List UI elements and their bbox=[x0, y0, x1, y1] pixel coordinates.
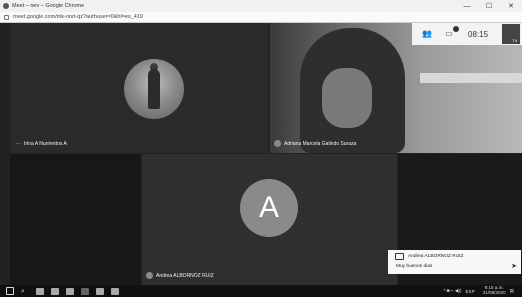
url-text[interactable]: meet.google.com/mk-onrt-qz?authuser=0&hl… bbox=[13, 14, 143, 20]
taskbar-app-icon[interactable] bbox=[66, 287, 74, 295]
chrome-taskbar-icon[interactable] bbox=[81, 287, 89, 295]
toast-message: Muy buenos dias bbox=[396, 264, 433, 269]
self-label: Tú bbox=[512, 38, 517, 43]
task-view-icon[interactable] bbox=[36, 287, 44, 295]
person-figure bbox=[148, 69, 160, 109]
lock-icon bbox=[4, 14, 9, 20]
window-title: Meet – nev – Google Chrome bbox=[12, 3, 85, 9]
more-options-icon[interactable]: ··· bbox=[16, 141, 21, 147]
participant-tile-irina[interactable]: ··· Irina A Nurrientos A bbox=[10, 23, 268, 153]
self-view-thumbnail[interactable]: Tú bbox=[502, 24, 520, 44]
participant-photo bbox=[124, 59, 184, 119]
windows-taskbar: ⌕ ^ ◙ ⌁ ◀)) ESP 9:15 a.m. 31/08/2020 ▤ bbox=[0, 285, 522, 297]
search-icon[interactable]: ⌕ bbox=[21, 288, 29, 295]
mic-status-icon bbox=[274, 140, 281, 147]
chat-bubble-icon bbox=[395, 253, 404, 260]
notification-center-icon[interactable]: ▤ bbox=[510, 288, 514, 294]
window-controls: — ☐ ✕ bbox=[456, 0, 522, 12]
chat-icon[interactable]: ▭ bbox=[442, 26, 459, 39]
toast-sender: Andrea ALBORNOZ RUIZ bbox=[408, 254, 464, 259]
taskbar-app-icon[interactable] bbox=[111, 287, 119, 295]
taskbar-clock[interactable]: 9:15 a.m. 31/08/2020 bbox=[479, 286, 506, 295]
background-shelf bbox=[420, 73, 522, 83]
tray-icons[interactable]: ^ ◙ ⌁ ◀)) bbox=[443, 288, 461, 294]
file-explorer-icon[interactable] bbox=[96, 287, 104, 295]
address-bar[interactable]: meet.google.com/mk-onrt-qz?authuser=0&hl… bbox=[0, 12, 522, 23]
language-indicator[interactable]: ESP bbox=[465, 289, 474, 294]
participant-name: Andrea ALBORNOZ RUIZ bbox=[146, 272, 214, 279]
meeting-clock: 08:15 bbox=[468, 29, 489, 39]
system-tray: ^ ◙ ⌁ ◀)) ESP 9:15 a.m. 31/08/2020 ▤ bbox=[439, 286, 514, 296]
chat-badge bbox=[453, 26, 459, 32]
taskbar-app-icon[interactable] bbox=[51, 287, 59, 295]
meet-top-toolbar: 👥 ▭ 08:15 Tú bbox=[412, 23, 522, 45]
browser-titlebar: Meet – nev – Google Chrome — ☐ ✕ bbox=[0, 0, 522, 12]
windows-start-icon[interactable] bbox=[6, 287, 14, 295]
meet-favicon-icon bbox=[3, 3, 9, 9]
participant-name: Adriana Marcela Galindo Suraza bbox=[274, 140, 356, 147]
minimize-button[interactable]: — bbox=[456, 0, 478, 12]
taskbar-date: 31/08/2020 bbox=[482, 290, 506, 295]
participant-name: ··· Irina A Nurrientos A bbox=[16, 141, 67, 147]
maximize-button[interactable]: ☐ bbox=[478, 0, 500, 12]
empty-tile-left bbox=[10, 154, 141, 285]
person-face bbox=[322, 68, 372, 128]
participant-tile-andrea[interactable]: A Andrea ALBORNOZ RUIZ bbox=[142, 154, 397, 285]
mic-status-icon bbox=[146, 272, 153, 279]
chat-notification[interactable]: Andrea ALBORNOZ RUIZ Muy buenos dias ➤ bbox=[388, 250, 521, 274]
meeting-stage: ··· Irina A Nurrientos A Adriana Marcela… bbox=[0, 23, 522, 285]
participant-initial-avatar: A bbox=[240, 179, 298, 237]
send-icon[interactable]: ➤ bbox=[511, 262, 517, 270]
close-button[interactable]: ✕ bbox=[500, 0, 522, 12]
people-icon[interactable]: 👥 bbox=[420, 29, 434, 39]
